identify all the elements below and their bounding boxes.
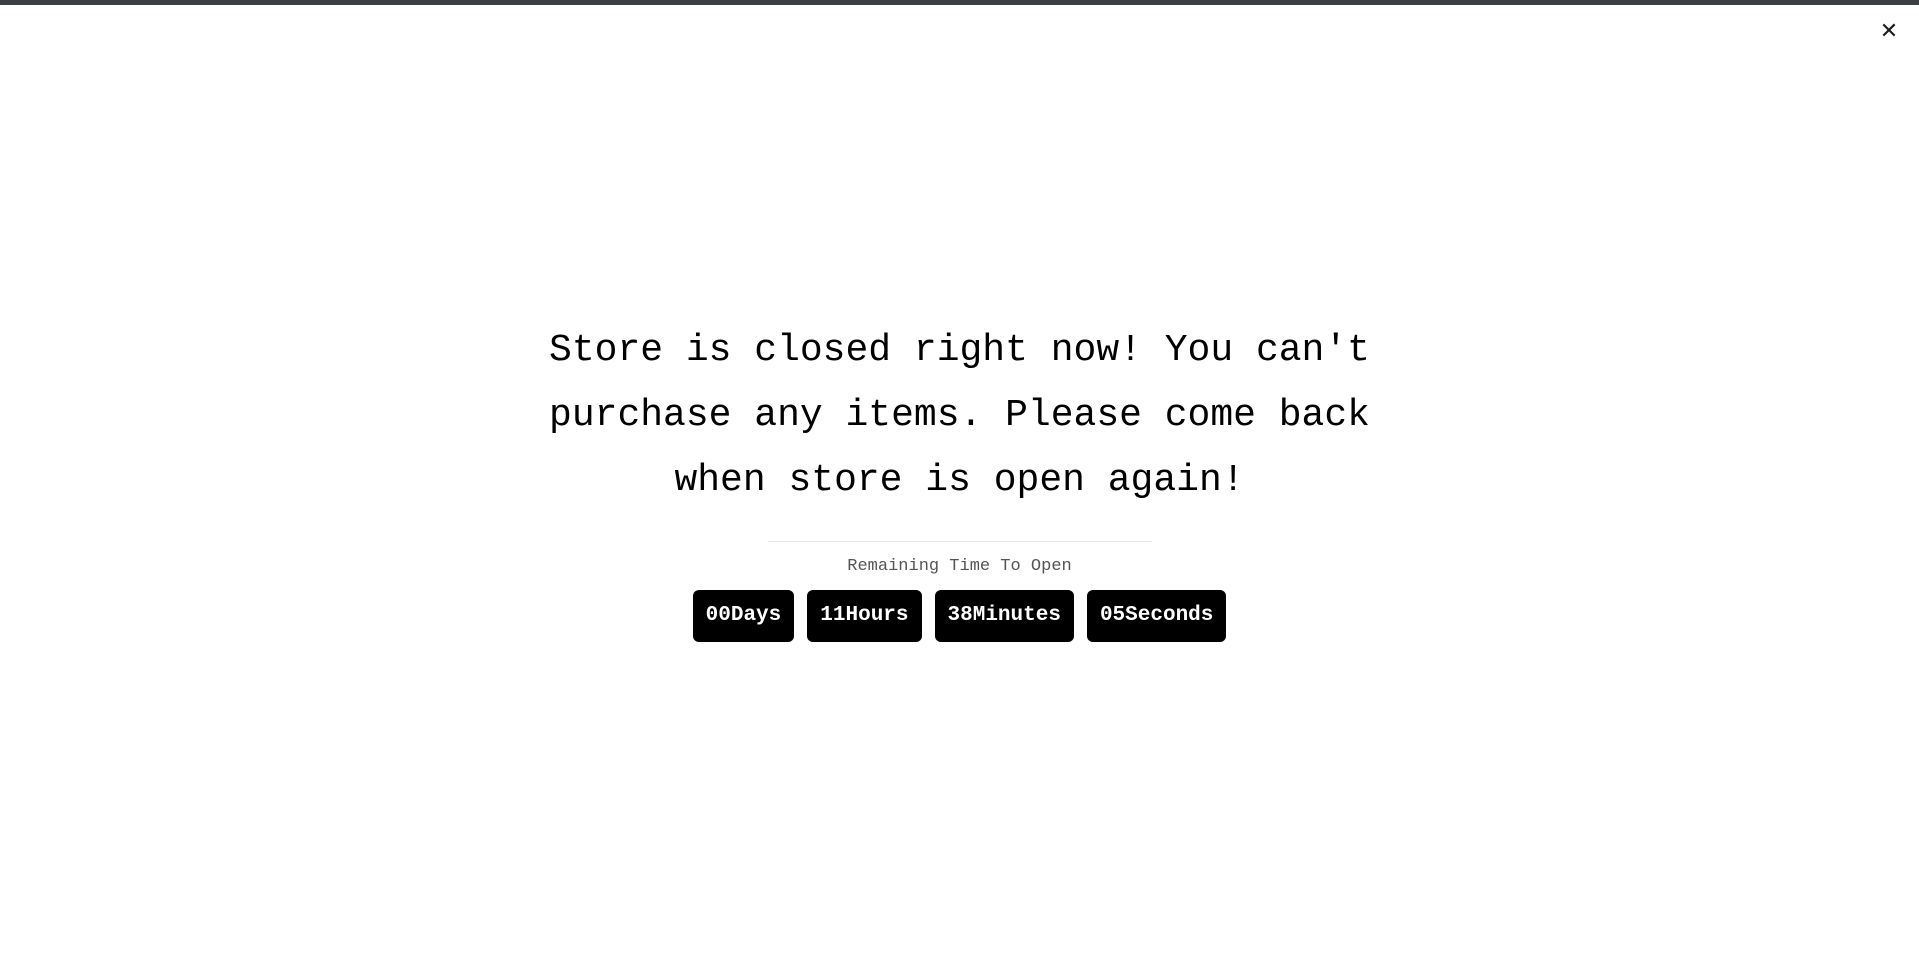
countdown-days-label: Days xyxy=(730,604,782,627)
countdown-minutes-label: Minutes xyxy=(972,604,1061,627)
countdown-unit-minutes: 38 Minutes xyxy=(934,590,1074,642)
countdown-unit-seconds: 05 Seconds xyxy=(1086,590,1227,642)
countdown-unit-hours: 11 Hours xyxy=(807,590,922,642)
countdown-days-value: 00 xyxy=(705,604,731,627)
countdown-timer: 00 Days 11 Hours 38 Minutes 05 Seconds xyxy=(692,590,1227,642)
countdown-minutes-value: 38 xyxy=(947,604,973,627)
store-closed-message: Store is closed right now! You can't pur… xyxy=(549,329,1393,502)
countdown-seconds-label: Seconds xyxy=(1125,604,1214,627)
countdown-section: Remaining Time To Open 00 Days 11 Hours 38… xyxy=(692,541,1227,642)
countdown-unit-days: 00 Days xyxy=(692,590,795,642)
store-closed-overlay: Store is closed right now! You can't pur… xyxy=(0,0,1919,972)
countdown-hours-label: Hours xyxy=(845,604,909,627)
countdown-hours-value: 11 xyxy=(820,604,846,627)
countdown-seconds-value: 05 xyxy=(1099,604,1126,627)
countdown-label: Remaining Time To Open xyxy=(847,557,1072,576)
section-divider xyxy=(767,541,1152,542)
